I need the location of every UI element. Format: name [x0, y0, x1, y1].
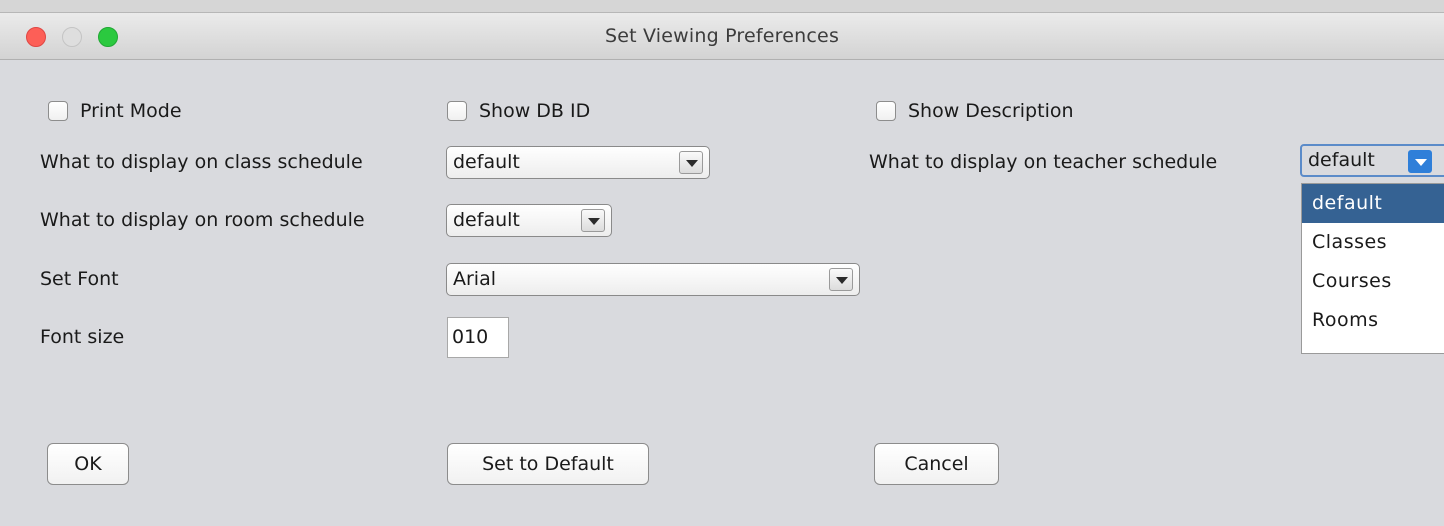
show-db-id-check-box[interactable]: [447, 101, 467, 121]
preferences-window: Set Viewing Preferences Print Mode Show …: [0, 12, 1444, 526]
teacher-schedule-label: What to display on teacher schedule: [869, 151, 1218, 173]
dropdown-option[interactable]: Courses: [1302, 262, 1444, 301]
chevron-down-icon: [679, 151, 703, 174]
chevron-down-icon: [581, 209, 605, 232]
show-description-check-box[interactable]: [876, 101, 896, 121]
set-font-label: Set Font: [40, 268, 119, 290]
set-to-default-button[interactable]: Set to Default: [447, 443, 649, 485]
print-mode-checkbox[interactable]: Print Mode: [48, 100, 182, 122]
title-bar: Set Viewing Preferences: [0, 13, 1444, 60]
class-schedule-select[interactable]: default: [446, 146, 710, 179]
class-schedule-value: default: [453, 151, 520, 173]
print-mode-label: Print Mode: [80, 100, 182, 122]
ok-button[interactable]: OK: [47, 443, 129, 485]
class-schedule-label: What to display on class schedule: [40, 151, 363, 173]
room-schedule-label: What to display on room schedule: [40, 209, 365, 231]
font-size-label: Font size: [40, 326, 125, 348]
cancel-button[interactable]: Cancel: [874, 443, 999, 485]
dropdown-option[interactable]: default: [1302, 184, 1444, 223]
show-db-id-checkbox[interactable]: Show DB ID: [447, 100, 590, 122]
teacher-schedule-value: default: [1308, 149, 1375, 171]
show-description-checkbox[interactable]: Show Description: [876, 100, 1074, 122]
chevron-down-icon: [1408, 150, 1432, 173]
show-db-id-label: Show DB ID: [479, 100, 591, 122]
dropdown-option[interactable]: Classes: [1302, 223, 1444, 262]
teacher-schedule-dropdown-list: default Classes Courses Rooms: [1301, 183, 1444, 354]
print-mode-check-box[interactable]: [48, 101, 68, 121]
dropdown-option[interactable]: Rooms: [1302, 301, 1444, 340]
teacher-schedule-select[interactable]: default: [1300, 144, 1444, 177]
font-value: Arial: [453, 268, 497, 290]
chevron-down-icon: [829, 268, 853, 291]
font-select[interactable]: Arial: [446, 263, 860, 296]
room-schedule-value: default: [453, 209, 520, 231]
font-size-field[interactable]: 010: [447, 317, 509, 358]
room-schedule-select[interactable]: default: [446, 204, 612, 237]
show-description-label: Show Description: [908, 100, 1074, 122]
window-title: Set Viewing Preferences: [604, 25, 840, 47]
